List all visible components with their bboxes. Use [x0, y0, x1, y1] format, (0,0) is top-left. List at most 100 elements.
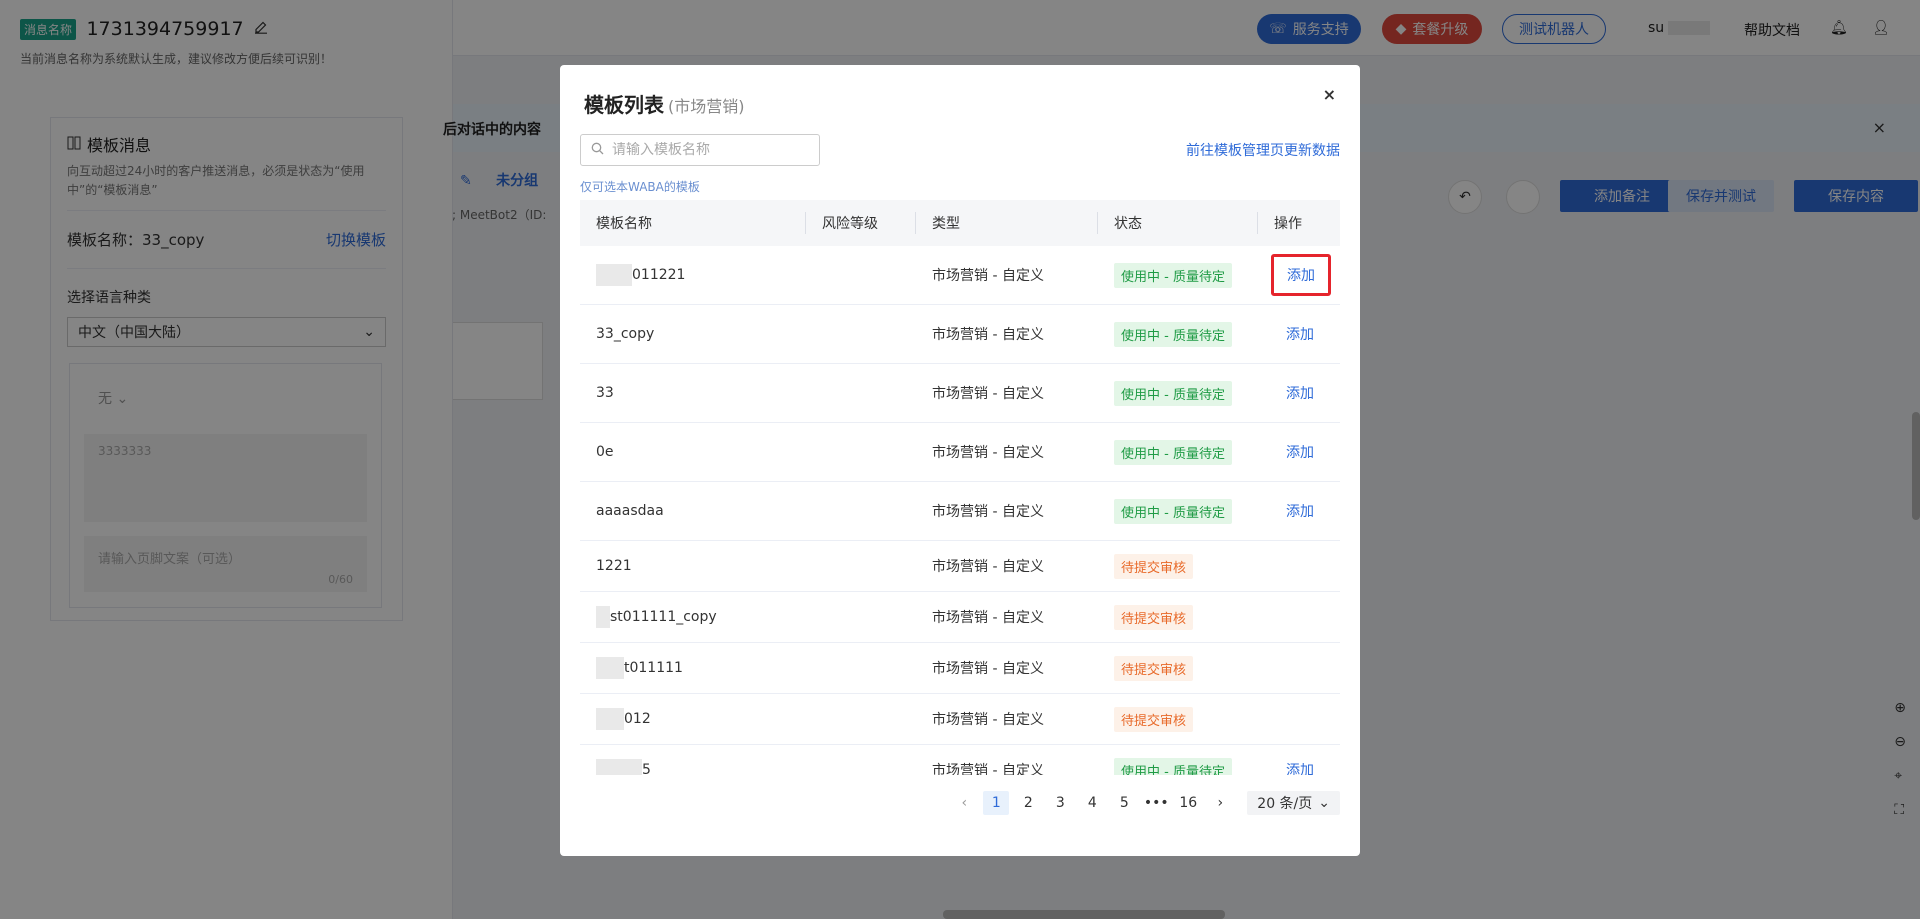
status-badge: 待提交审核	[1114, 706, 1194, 732]
status-badge: 使用中 - 质量待定	[1114, 321, 1232, 347]
modal-title: 模板列表 (市场营销)	[584, 93, 745, 117]
type-cell: 市场营销 - 自定义	[932, 268, 1044, 284]
page-ellipsis[interactable]: •••	[1143, 791, 1169, 815]
table-row: 1221 市场营销 - 自定义 待提交审核	[580, 541, 1340, 592]
template-name-cell: 0e	[580, 444, 806, 460]
col-risk-level: 风险等级	[806, 200, 916, 246]
type-cell: 市场营销 - 自定义	[932, 559, 1044, 575]
page-4[interactable]: 4	[1079, 791, 1105, 815]
template-name-cell: t011111	[580, 657, 806, 679]
close-icon[interactable]: ×	[1323, 85, 1336, 104]
template-name-cell: st011111_copy	[580, 606, 806, 628]
redacted-mask	[596, 264, 632, 286]
table-row: aaaasdaa 市场营销 - 自定义 使用中 - 质量待定 添加	[580, 482, 1340, 541]
page-last[interactable]: 16	[1175, 791, 1201, 815]
status-badge: 使用中 - 质量待定	[1114, 262, 1232, 288]
template-name: 1221	[596, 558, 632, 574]
table-row: 0e 市场营销 - 自定义 使用中 - 质量待定 添加	[580, 423, 1340, 482]
status-badge: 使用中 - 质量待定	[1114, 439, 1232, 465]
template-name: 33_copy	[596, 326, 655, 342]
status-badge: 待提交审核	[1114, 604, 1194, 630]
template-table: 模板名称 风险等级 类型 状态 操作 011221 市场营销 - 自定义 使用中 -…	[580, 200, 1340, 775]
table-row: 012 市场营销 - 自定义 待提交审核	[580, 694, 1340, 745]
add-template-button[interactable]: 添加	[1271, 254, 1331, 296]
page-3[interactable]: 3	[1047, 791, 1073, 815]
table-row: 5 市场营销 - 自定义 使用中 - 质量待定 添加	[580, 745, 1340, 775]
page-size-select[interactable]: 20 条/页 ⌄	[1247, 791, 1340, 815]
action-cell: 添加	[1258, 760, 1340, 775]
chevron-down-icon: ⌄	[1318, 795, 1330, 811]
template-name-cell: 1221	[580, 558, 806, 574]
action-cell: 添加	[1258, 383, 1340, 403]
table-row: t011111 市场营销 - 自定义 待提交审核	[580, 643, 1340, 694]
waba-hint: 仅可选本WABA的模板	[580, 180, 700, 194]
table-row: 33_copy 市场营销 - 自定义 使用中 - 质量待定 添加	[580, 305, 1340, 364]
col-status: 状态	[1098, 200, 1258, 246]
col-template-name: 模板名称	[580, 200, 806, 246]
status-cell: 待提交审核	[1098, 706, 1258, 732]
redacted-mask	[596, 657, 624, 679]
table-header: 模板名称 风险等级 类型 状态 操作	[580, 200, 1340, 246]
col-action: 操作	[1274, 216, 1302, 232]
page-2[interactable]: 2	[1015, 791, 1041, 815]
table-body: 011221 市场营销 - 自定义 使用中 - 质量待定 添加 33_copy 市场营销 …	[580, 246, 1340, 775]
status-cell: 使用中 - 质量待定	[1098, 439, 1258, 465]
search-icon	[591, 142, 604, 159]
next-page-icon[interactable]: ›	[1207, 791, 1233, 815]
status-badge: 待提交审核	[1114, 553, 1194, 579]
col-type: 类型	[916, 200, 1098, 246]
type-cell: 市场营销 - 自定义	[932, 386, 1044, 402]
action-cell: 添加	[1258, 324, 1340, 344]
action-cell: 添加	[1258, 442, 1340, 462]
status-cell: 待提交审核	[1098, 655, 1258, 681]
status-cell: 待提交审核	[1098, 604, 1258, 630]
template-name-cell: 33	[580, 385, 806, 401]
status-badge: 待提交审核	[1114, 655, 1194, 681]
type-cell: 市场营销 - 自定义	[932, 712, 1044, 728]
type-cell: 市场营销 - 自定义	[932, 504, 1044, 520]
update-data-link[interactable]: 前往模板管理页更新数据	[1186, 140, 1340, 160]
redacted-mask	[596, 606, 610, 628]
template-name: 011221	[632, 267, 686, 283]
template-name: st011111_copy	[610, 609, 717, 625]
template-name-cell: 5	[580, 759, 806, 775]
template-name-cell: 012	[580, 708, 806, 730]
template-name-cell: aaaasdaa	[580, 503, 806, 519]
template-name-cell: 33_copy	[580, 326, 806, 342]
template-list-modal: 模板列表(市场营销) × 前往模板管理页更新数据 仅可选本WABA的模板 模板名…	[560, 65, 1360, 856]
type-cell: 市场营销 - 自定义	[932, 445, 1044, 461]
add-template-button[interactable]: 添加	[1274, 760, 1322, 775]
template-name: aaaasdaa	[596, 503, 664, 519]
add-template-button[interactable]: 添加	[1274, 501, 1322, 521]
template-name: 0e	[596, 444, 614, 460]
status-badge: 使用中 - 质量待定	[1114, 380, 1232, 406]
status-cell: 使用中 - 质量待定	[1098, 262, 1258, 288]
table-row: 33 市场营销 - 自定义 使用中 - 质量待定 添加	[580, 364, 1340, 423]
status-badge: 使用中 - 质量待定	[1114, 757, 1232, 775]
template-name: 012	[624, 711, 651, 727]
redacted-mask	[596, 708, 624, 730]
type-cell: 市场营销 - 自定义	[932, 610, 1044, 626]
template-search[interactable]	[580, 134, 820, 166]
action-cell: 添加	[1258, 254, 1340, 296]
table-row: 011221 市场营销 - 自定义 使用中 - 质量待定 添加	[580, 246, 1340, 305]
prev-page-icon[interactable]: ‹	[951, 791, 977, 815]
page-5[interactable]: 5	[1111, 791, 1137, 815]
type-cell: 市场营销 - 自定义	[932, 661, 1044, 677]
action-cell: 添加	[1258, 501, 1340, 521]
add-template-button[interactable]: 添加	[1274, 383, 1322, 403]
status-cell: 使用中 - 质量待定	[1098, 380, 1258, 406]
type-cell: 市场营销 - 自定义	[932, 763, 1044, 775]
modal-subtitle: (市场营销)	[668, 97, 745, 116]
page-1[interactable]: 1	[983, 791, 1010, 815]
status-cell: 使用中 - 质量待定	[1098, 321, 1258, 347]
redacted-mask	[596, 759, 642, 775]
template-name: 5	[642, 762, 651, 775]
add-template-button[interactable]: 添加	[1274, 324, 1322, 344]
template-name-cell: 011221	[580, 264, 806, 286]
table-row: st011111_copy 市场营销 - 自定义 待提交审核	[580, 592, 1340, 643]
search-input[interactable]	[612, 142, 802, 158]
status-cell: 待提交审核	[1098, 553, 1258, 579]
status-cell: 使用中 - 质量待定	[1098, 498, 1258, 524]
add-template-button[interactable]: 添加	[1274, 442, 1322, 462]
